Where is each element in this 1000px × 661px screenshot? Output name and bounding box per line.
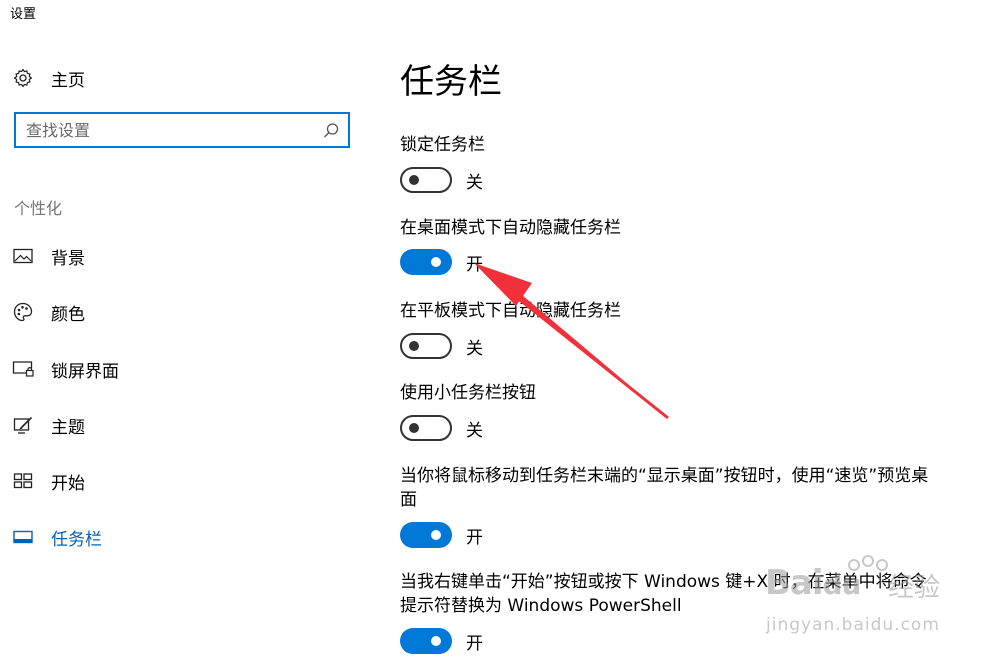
watermark-secondary: 经验 <box>888 573 941 603</box>
search-icon[interactable] <box>322 122 340 140</box>
section-header-personalization: 个性化 <box>14 199 63 218</box>
setting-label-lock-taskbar: 锁定任务栏 <box>400 135 485 155</box>
sidebar-item-themes[interactable]: 主题 <box>12 410 85 440</box>
toggle-switch[interactable] <box>400 628 452 654</box>
toggle-switch[interactable] <box>400 167 452 193</box>
sidebar-item-lock-screen[interactable]: 锁屏界面 <box>12 354 119 384</box>
toggle-knob <box>431 530 441 540</box>
sidebar-item-label: 开始 <box>51 473 85 494</box>
toggle-state-label: 开 <box>466 633 483 654</box>
image-icon <box>12 245 34 267</box>
watermark-url: jingyan.baidu.com <box>766 615 940 635</box>
sidebar-item-label: 背景 <box>51 248 85 269</box>
sidebar-item-label: 主题 <box>51 417 85 438</box>
toggle-switch[interactable] <box>400 333 452 359</box>
nav-home-label: 主页 <box>51 70 85 91</box>
toggle-knob <box>431 257 441 267</box>
setting-lock-taskbar: 关 <box>400 167 483 193</box>
theme-icon <box>12 414 34 436</box>
search-box[interactable] <box>14 112 350 148</box>
setting-peek: 开 <box>400 522 483 548</box>
baidu-watermark: Baidu 经验 jingyan.baidu.com <box>760 555 950 650</box>
sidebar-item-label: 颜色 <box>51 304 85 325</box>
search-input[interactable] <box>26 114 316 146</box>
toggle-knob <box>409 423 419 433</box>
sidebar-item-colors[interactable]: 颜色 <box>12 297 85 327</box>
setting-autohide-desktop: 开 <box>400 249 483 275</box>
toggle-state-label: 开 <box>466 254 483 275</box>
setting-autohide-tablet: 关 <box>400 333 483 359</box>
setting-small-buttons: 关 <box>400 415 483 441</box>
sidebar-item-taskbar[interactable]: 任务栏 <box>12 522 102 552</box>
start-icon <box>12 470 34 492</box>
window-title: 设置 <box>10 7 37 22</box>
toggle-state-label: 关 <box>466 172 483 193</box>
sidebar-item-background[interactable]: 背景 <box>12 241 85 271</box>
toggle-switch[interactable] <box>400 249 452 275</box>
page-title: 任务栏 <box>400 62 502 102</box>
watermark-brand: Baidu <box>765 563 861 603</box>
taskbar-icon <box>12 526 34 548</box>
sidebar-item-label: 任务栏 <box>51 529 102 550</box>
toggle-state-label: 关 <box>466 420 483 441</box>
sidebar-item-label: 锁屏界面 <box>51 361 119 382</box>
nav-home[interactable]: 主页 <box>12 64 85 92</box>
toggle-switch[interactable] <box>400 522 452 548</box>
toggle-knob <box>409 341 419 351</box>
toggle-switch[interactable] <box>400 415 452 441</box>
lock-screen-icon <box>12 358 34 380</box>
setting-label-autohide-tablet: 在平板模式下自动隐藏任务栏 <box>400 301 621 321</box>
toggle-knob <box>431 636 441 646</box>
gear-icon <box>12 67 34 89</box>
setting-powershell: 开 <box>400 628 483 654</box>
palette-icon <box>12 301 34 323</box>
setting-label-peek: 当你将鼠标移动到任务栏末端的“显示桌面”按钮时，使用“速览”预览桌面 <box>400 466 929 510</box>
toggle-state-label: 开 <box>466 527 483 548</box>
setting-label-autohide-desktop: 在桌面模式下自动隐藏任务栏 <box>400 218 621 238</box>
sidebar-item-start[interactable]: 开始 <box>12 466 85 496</box>
setting-label-small-buttons: 使用小任务栏按钮 <box>400 383 536 403</box>
toggle-state-label: 关 <box>466 338 483 359</box>
toggle-knob <box>409 175 419 185</box>
